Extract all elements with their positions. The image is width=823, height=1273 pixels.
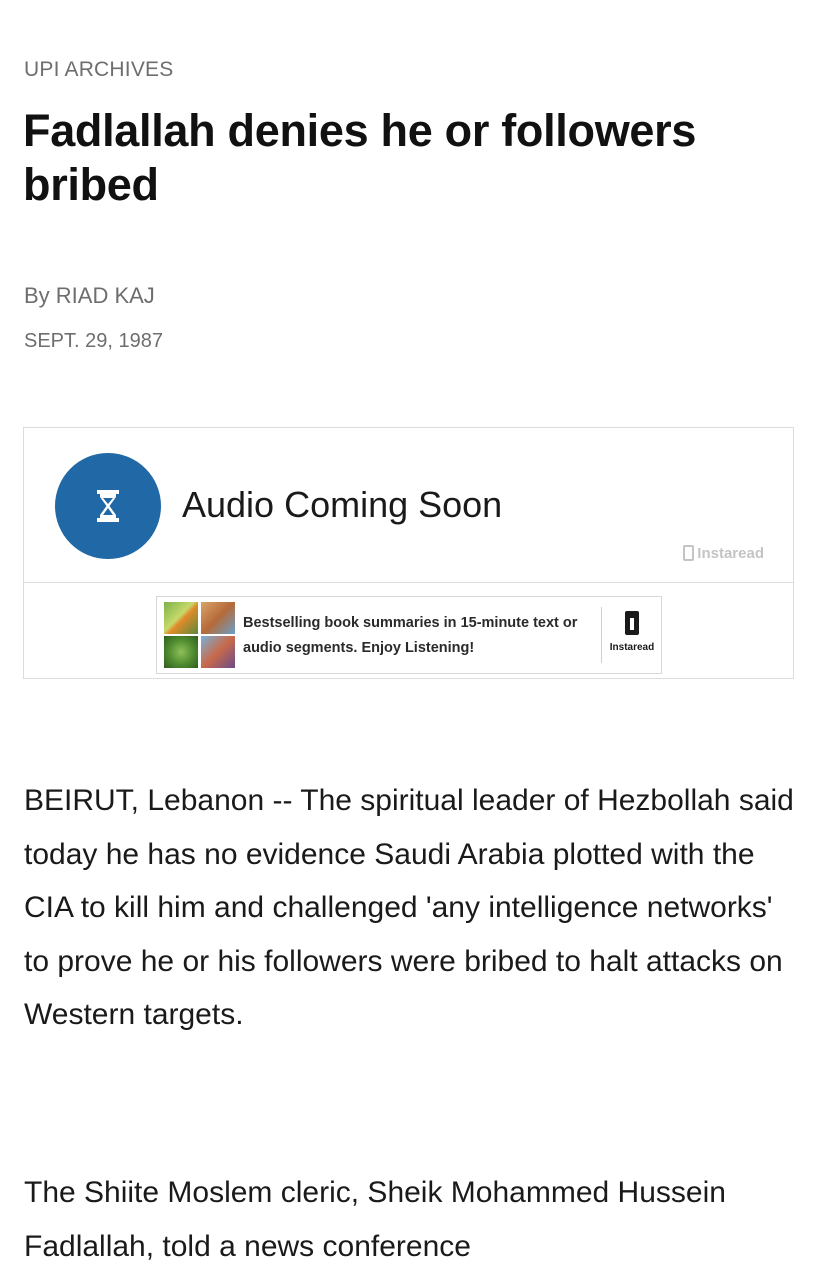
audio-title: Audio Coming Soon (182, 484, 503, 525)
section-label[interactable]: UPI ARCHIVES (24, 58, 173, 82)
ad-banner[interactable]: Bestselling book summaries in 15-minute … (156, 596, 662, 674)
audio-brand-label: Instaread (697, 545, 764, 562)
audio-play-button[interactable] (55, 453, 161, 559)
instaread-logo-icon (625, 611, 639, 635)
audio-brand[interactable]: Instaread (683, 545, 764, 562)
instaread-logo-icon (683, 545, 695, 561)
ad-logo: Instaread (606, 605, 658, 653)
article-headline: Fadlallah denies he or followers bribed (23, 105, 697, 210)
article-paragraph: The Shiite Moslem cleric, Sheik Mohammed… (24, 1176, 726, 1263)
ad-thumbnail-image (164, 636, 198, 668)
article-date: SEPT. 29, 1987 (24, 330, 163, 352)
hourglass-icon (97, 490, 119, 522)
ad-text: Bestselling book summaries in 15-minute … (243, 615, 578, 656)
audio-player: Audio Coming Soon Instaread Bestselling … (23, 427, 794, 679)
ad-thumbnail-image (164, 602, 198, 634)
ad-thumbnail-image (201, 636, 235, 668)
article-paragraph: BEIRUT, Lebanon -- The spiritual leader … (24, 784, 794, 1032)
ad-divider (601, 607, 602, 663)
audio-player-header: Audio Coming Soon Instaread (24, 428, 793, 583)
ad-thumbnail-image (201, 602, 235, 634)
byline[interactable]: By RIAD KAJ (24, 283, 155, 309)
ad-thumbnails (164, 602, 236, 668)
ad-logo-label: Instaread (609, 642, 655, 653)
